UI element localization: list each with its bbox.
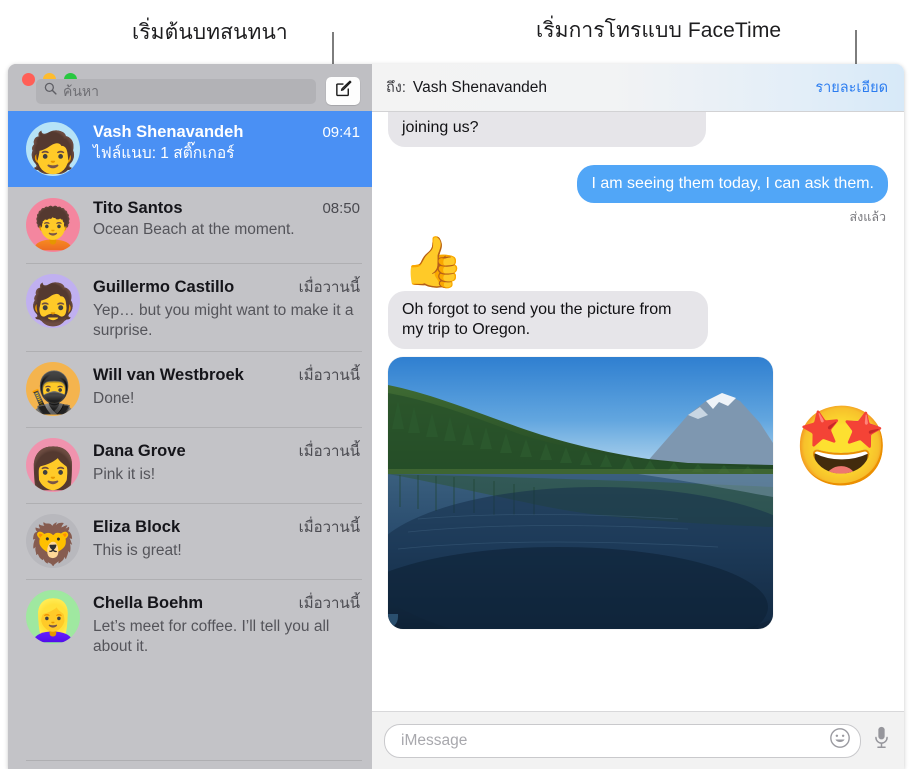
conversation-row[interactable]: 🧔 Guillermo Castillo เมื่อวานนี้ Yep… but y… [8,263,372,351]
conversation-row[interactable]: 🧑 Vash Shenavandeh 09:41 ไฟล์แนบ: 1 สติ๊กเก… [8,111,372,187]
message-bubble-incoming[interactable]: Oh forgot to send you the picture from m… [383,291,708,349]
conversation-name: Eliza Block [93,518,181,537]
conversation-body: Will van Westbroek เมื่อวานนี้ Done! [93,362,360,409]
avatar: 👱‍♀️ [26,590,80,645]
callout-label-compose: เริ่มต้นบทสนทนา [132,21,288,44]
list-divider [26,760,362,761]
message-row: I am seeing them today, I can ask them. [388,165,893,203]
message-thread[interactable]: joining us? I am seeing them today, I ca… [372,112,904,711]
conversation-timestamp: เมื่อวานนี้ [298,367,360,385]
conversation-row[interactable]: 🥷 Will van Westbroek เมื่อวานนี้ Done! [8,351,372,427]
conversation-timestamp: เมื่อวานนี้ [298,279,360,296]
conversation-timestamp: เมื่อวานนี้ [298,519,360,537]
conversation-row[interactable]: 🧑‍🦱 Tito Santos 08:50 Ocean Beach at the mo… [8,187,372,263]
avatar-glyph: 👱‍♀️ [28,599,78,644]
photo-attachment-wrap: 🤩 [388,357,890,629]
conversation-row[interactable]: 🦁 Eliza Block เมื่อวานนี้ This is great! [8,503,372,579]
conversation-body: Tito Santos 08:50 Ocean Beach at the momen… [93,198,360,240]
conversation-name: Tito Santos [93,199,183,217]
compose-button[interactable] [326,77,360,105]
message-row: Oh forgot to send you the picture from m… [383,291,888,349]
conversation-timestamp: 08:50 [322,200,360,217]
message-composer: iMessage [372,711,904,769]
conversation-body: Eliza Block เมื่อวานนี้ This is great! [93,514,360,561]
conversation-name: Dana Grove [93,442,186,461]
conversation-row[interactable]: 👩 Dana Grove เมื่อวานนี้ Pink it is! [8,427,372,503]
avatar: 🥷 [26,362,80,417]
photo-attachment[interactable] [388,357,773,629]
memoji-sticker[interactable]: 🤩 [793,407,890,485]
message-bubble-outgoing[interactable]: I am seeing them today, I can ask them. [577,165,893,203]
conversation-preview: Pink it is! [93,466,156,484]
conversation-name: Will van Westbroek [93,366,244,385]
avatar: 🧑 [26,122,80,176]
conversation-timestamp: เมื่อวานนี้ [298,595,360,613]
conversation-timestamp: เมื่อวานนี้ [298,443,360,461]
message-row: joining us? [383,112,888,147]
message-status: ส่งแล้ว [849,210,886,224]
avatar: 👩 [26,438,80,493]
to-label: ถึง: [386,80,406,96]
conversation-pane: ถึง: Vash Shenavandeh รายละเอียด joining… [372,64,904,769]
conversation-name: Chella Boehm [93,594,204,613]
conversation-meta: Eliza Block เมื่อวานนี้ [93,515,360,539]
conversation-body: Chella Boehm เมื่อวานนี้ Let’s meet for co… [93,590,360,656]
conversation-preview: Let’s meet for coffee. I’ll tell you all… [93,618,330,655]
imessage-placeholder: iMessage [401,731,468,749]
conversation-preview: ไฟล์แนบ: 1 สติ๊กเกอร์ [93,145,235,162]
avatar-glyph: 🦁 [28,523,78,568]
conversation-header: ถึง: Vash Shenavandeh รายละเอียด [372,64,904,112]
conversation-preview: Done! [93,390,135,408]
message-bubble-incoming[interactable]: joining us? [383,112,706,147]
compose-pencil-icon [334,79,353,103]
conversation-list[interactable]: 🧑 Vash Shenavandeh 09:41 ไฟล์แนบ: 1 สติ๊กเก… [8,111,372,769]
conversation-meta: Tito Santos 08:50 [93,199,360,218]
conversation-meta: Will van Westbroek เมื่อวานนี้ [93,363,360,387]
conversation-preview: Ocean Beach at the moment. [93,221,295,238]
dictation-button[interactable] [873,725,890,756]
conversation-meta: Dana Grove เมื่อวานนี้ [93,439,360,463]
messages-window: ค้นหา 🧑 Vash Shenavandeh 09:41 ไฟล์แนบ: … [8,64,904,769]
search-icon [44,82,57,100]
avatar-glyph: 👩 [28,447,78,492]
sidebar: ค้นหา 🧑 Vash Shenavandeh 09:41 ไฟล์แนบ: … [8,64,372,769]
avatar-glyph: 🧑 [28,131,78,175]
conversation-meta: Chella Boehm เมื่อวานนี้ [93,591,360,615]
imessage-input[interactable]: iMessage [384,723,861,758]
conversation-meta: Guillermo Castillo เมื่อวานนี้ [93,275,360,299]
avatar: 🧔 [26,274,80,328]
avatar-glyph: 🧑‍🦱 [28,207,78,251]
conversation-name: Guillermo Castillo [93,278,235,296]
recipient-name[interactable]: Vash Shenavandeh [413,79,808,97]
callout-label-facetime: เริ่มการโทรแบบ FaceTime [536,19,782,42]
conversation-body: Guillermo Castillo เมื่อวานนี้ Yep… but yo… [93,274,360,340]
screenshot-root: เริ่มต้นบทสนทนา เริ่มการโทรแบบ FaceTime [0,0,912,769]
avatar: 🧑‍🦱 [26,198,80,252]
lake-photo-graphic [388,357,773,629]
avatar-glyph: 🧔 [28,283,78,327]
search-placeholder: ค้นหา [63,83,100,99]
close-button[interactable] [22,73,35,86]
avatar-glyph: 🥷 [28,371,78,416]
search-input[interactable]: ค้นหา [36,78,316,104]
search-row: ค้นหา [36,77,360,105]
thumbsup-icon[interactable]: 👍 [402,237,888,287]
conversation-preview: Yep… but you might want to make it a sur… [93,302,354,339]
conversation-row[interactable]: 👱‍♀️ Chella Boehm เมื่อวานนี้ Let’s meet fo… [8,579,372,667]
conversation-meta: Vash Shenavandeh 09:41 [93,123,360,142]
avatar: 🦁 [26,514,80,569]
conversation-body: Vash Shenavandeh 09:41 ไฟล์แนบ: 1 สติ๊กเกอ… [93,122,360,164]
emoji-picker-icon[interactable] [829,727,851,754]
conversation-body: Dana Grove เมื่อวานนี้ Pink it is! [93,438,360,485]
details-link[interactable]: รายละเอียด [815,76,888,99]
conversation-timestamp: 09:41 [322,124,360,141]
microphone-icon [873,725,890,756]
conversation-preview: This is great! [93,542,182,560]
sidebar-toolbar: ค้นหา [8,64,372,111]
conversation-name: Vash Shenavandeh [93,123,244,141]
